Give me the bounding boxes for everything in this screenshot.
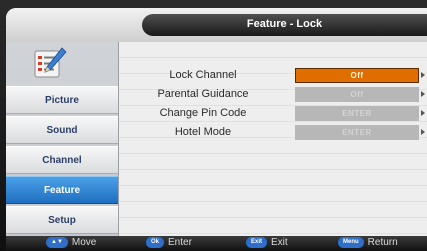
title-bar: Feature - Lock [6,8,427,42]
hint-exit: Exit Exit [246,237,288,248]
row-label: Parental Guidance [157,88,249,100]
hint-bar: ▲▼ Move Ok Enter Exit Exit Menu Return [6,236,427,251]
feature-lock-panel: Lock Channel Off Parental Guidance Off C… [119,42,427,236]
hint-label: Enter [168,237,192,248]
chevron-right-icon [421,72,425,78]
parental-guidance-value[interactable]: Off [295,87,419,102]
change-pin-code-value[interactable]: ENTER [295,106,419,121]
chevron-right-icon [421,110,425,116]
title-pill: Feature - Lock [142,14,427,36]
chevron-right-icon [421,129,425,135]
lock-channel-value[interactable]: Off [295,68,419,83]
ok-key-badge: Ok [146,237,165,248]
tv-menu-screen: Feature - Lock Picture Sound Channel Fea… [6,8,427,251]
row-label: Hotel Mode [174,126,232,138]
sidebar-header [6,42,118,86]
hint-label: Return [367,237,398,248]
menu-row-parental-guidance[interactable]: Parental Guidance Off [119,87,427,103]
chevron-right-icon [421,91,425,97]
hint-label: Move [71,237,97,248]
move-key-badge: ▲▼ [46,237,68,248]
hint-return: Menu Return [338,237,398,248]
sidebar-item-setup[interactable]: Setup [6,206,118,234]
sidebar-item-label: Picture [45,94,79,106]
hint-enter: Ok Enter [146,237,192,248]
sidebar-item-channel[interactable]: Channel [6,146,118,174]
page-title: Feature - Lock [246,18,323,30]
menu-key-badge: Menu [338,237,364,248]
hint-label: Exit [271,237,288,248]
sidebar-item-label: Channel [42,154,82,166]
sidebar: Picture Sound Channel Feature Setup [6,42,119,236]
menu-row-change-pin-code[interactable]: Change Pin Code ENTER [119,106,427,122]
sidebar-item-sound[interactable]: Sound [6,116,118,144]
menu-row-lock-channel[interactable]: Lock Channel Off [119,68,427,84]
settings-checklist-icon [34,47,67,78]
sidebar-item-picture[interactable]: Picture [6,86,118,114]
menu-row-hotel-mode[interactable]: Hotel Mode ENTER [119,125,427,141]
hotel-mode-value[interactable]: ENTER [295,125,419,140]
sidebar-item-feature[interactable]: Feature [6,176,118,204]
hint-move: ▲▼ Move [46,237,96,248]
sidebar-item-label: Sound [46,124,78,136]
row-label: Change Pin Code [159,107,247,119]
exit-key-badge: Exit [246,237,268,248]
row-label: Lock Channel [169,69,237,81]
sidebar-item-label: Setup [48,214,76,226]
sidebar-item-label: Feature [43,184,81,196]
